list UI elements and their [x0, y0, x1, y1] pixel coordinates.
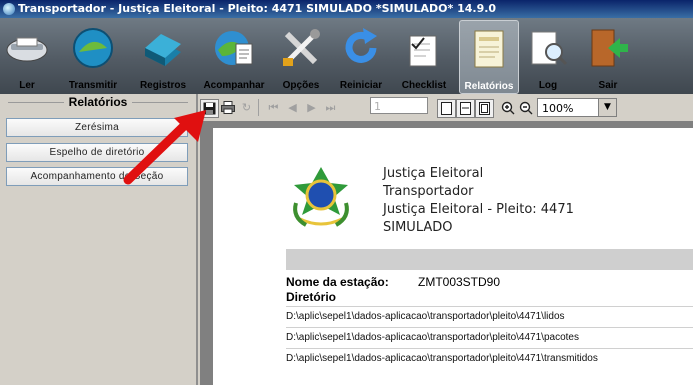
exit-door-icon — [591, 29, 628, 67]
fit-page-button[interactable] — [475, 99, 494, 118]
scanner-icon — [6, 37, 48, 62]
first-page-button[interactable]: ⏮ — [265, 99, 282, 116]
toolbar-button-acompanhar[interactable]: Acompanhar — [200, 20, 268, 92]
satellite-dish-icon — [73, 28, 113, 68]
chevron-down-icon[interactable]: ▼ — [598, 99, 616, 116]
station-label: Nome da estação: — [286, 275, 389, 289]
main-toolbar: Ler Transmitir Registros Acompanhar Opçõ… — [0, 18, 693, 94]
printer-icon — [220, 101, 235, 114]
next-page-button[interactable]: ▶ — [303, 99, 320, 116]
actual-size-button[interactable] — [437, 99, 456, 118]
zoom-out-button[interactable] — [517, 99, 534, 116]
window-title-bar: Transportador - Justiça Eleitoral - Plei… — [0, 0, 693, 18]
toolbar-button-transmitir[interactable]: Transmitir — [64, 20, 122, 92]
toolbar-button-checklist[interactable]: Checklist — [394, 20, 454, 92]
toolbar-separator — [258, 99, 259, 116]
toolbar-button-opcoes[interactable]: Opções — [276, 20, 326, 92]
page-number-input[interactable]: 1 — [370, 97, 428, 114]
brazil-coat-of-arms-icon — [293, 167, 349, 227]
magnifier-page-icon — [531, 31, 568, 66]
reload-icon: ↻ — [241, 101, 252, 114]
zoom-in-icon — [501, 101, 514, 114]
last-page-button[interactable]: ⏭ — [322, 99, 339, 116]
doc-header-line-3: Justiça Eleitoral - Pleito: 4471 — [383, 202, 574, 217]
page-icon — [441, 102, 452, 115]
toolbar-button-ler[interactable]: Ler — [2, 20, 52, 92]
previous-page-button[interactable]: ◀ — [284, 99, 301, 116]
section-band — [286, 249, 693, 270]
station-value: ZMT003STD90 — [418, 275, 501, 289]
doc-header-line-1: Justiça Eleitoral — [383, 166, 484, 181]
next-page-icon: ▶ — [307, 101, 316, 114]
toolbar-button-log[interactable]: Log — [523, 20, 573, 92]
reload-button[interactable]: ↻ — [238, 99, 255, 116]
directory-row: D:\aplic\sepel1\dados-aplicacao\transpor… — [286, 348, 693, 369]
directory-row: D:\aplic\sepel1\dados-aplicacao\transpor… — [286, 327, 693, 348]
window-title: Transportador - Justiça Eleitoral - Plei… — [18, 2, 497, 15]
books-icon — [145, 34, 181, 66]
zoom-in-button[interactable] — [499, 99, 516, 116]
red-arrow-annotation — [123, 110, 206, 185]
report-toolbar: ↻ ⏮ ◀ ▶ ⏭ — [198, 94, 693, 120]
toolbar-button-sair[interactable]: Sair — [582, 20, 634, 92]
doc-header-line-2: Transportador — [383, 184, 474, 199]
doc-header-line-4: SIMULADO — [383, 220, 453, 235]
last-page-icon: ⏭ — [325, 100, 336, 114]
toolbar-button-reiniciar[interactable]: Reiniciar — [334, 20, 388, 92]
directory-row: D:\aplic\sepel1\dados-aplicacao\transpor… — [286, 306, 693, 327]
refresh-icon — [345, 28, 377, 63]
checklist-icon — [409, 35, 437, 67]
zoom-select[interactable]: 100% ▼ — [537, 98, 617, 117]
app-icon — [3, 3, 15, 15]
zoom-out-icon — [519, 101, 532, 114]
zoom-value: 100% — [542, 102, 574, 115]
fit-page-icon — [479, 102, 490, 115]
tools-icon — [283, 29, 320, 66]
first-page-icon: ⏮ — [268, 100, 279, 114]
previous-page-icon: ◀ — [288, 101, 297, 114]
report-icon — [474, 30, 504, 68]
fit-width-icon — [460, 102, 471, 115]
fit-width-button[interactable] — [456, 99, 475, 118]
print-button[interactable] — [219, 99, 236, 116]
reports-panel-title: Relatórios — [0, 95, 196, 109]
directory-label: Diretório — [286, 290, 337, 304]
toolbar-button-registros[interactable]: Registros — [132, 20, 194, 92]
toolbar-button-relatorios[interactable]: Relatórios — [459, 20, 519, 94]
globe-document-icon — [215, 31, 253, 65]
